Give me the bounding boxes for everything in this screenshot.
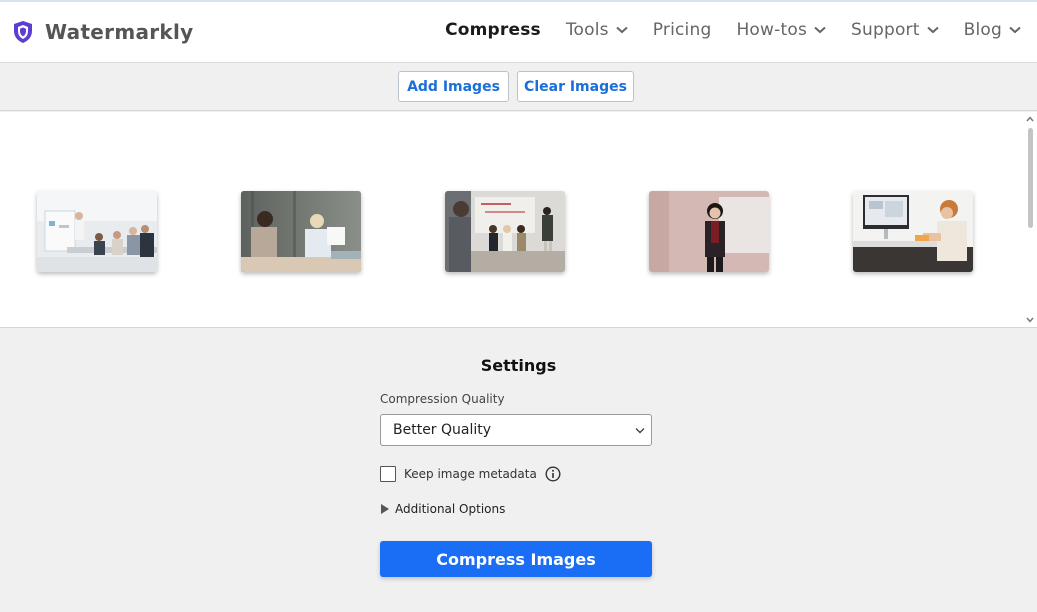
image-thumbnail[interactable] — [241, 191, 361, 272]
nav-compress-label: Compress — [445, 20, 541, 40]
additional-options-toggle[interactable]: Additional Options — [381, 502, 505, 516]
shield-logo-icon — [14, 21, 32, 43]
chevron-down-icon — [1009, 26, 1021, 34]
clear-images-button[interactable]: Clear Images — [517, 71, 634, 102]
brand-logo[interactable]: Watermarkly — [12, 20, 194, 44]
woman-presenter-image — [649, 191, 769, 272]
main-nav: Compress Tools Pricing How-tos Support B… — [420, 20, 1021, 40]
scroll-up-icon[interactable] — [1026, 116, 1034, 122]
compression-quality-label: Compression Quality — [380, 392, 505, 406]
nav-support[interactable]: Support — [851, 20, 939, 40]
keep-metadata-checkbox[interactable] — [380, 466, 396, 482]
add-images-button[interactable]: Add Images — [398, 71, 509, 102]
image-thumbnail[interactable] — [853, 191, 973, 272]
compression-quality-select[interactable]: Better Quality — [380, 414, 652, 446]
site-header: Watermarkly Compress Tools Pricing How-t… — [0, 2, 1037, 63]
scroll-down-icon[interactable] — [1026, 317, 1034, 323]
expand-triangle-icon — [381, 504, 389, 514]
nav-compress[interactable]: Compress — [445, 20, 541, 40]
metadata-option: Keep image metadata — [380, 466, 561, 482]
gallery-scrollbar[interactable] — [1023, 112, 1037, 328]
office-meeting-image — [37, 191, 157, 272]
desk-computer-image — [853, 191, 973, 272]
business-conversation-image — [241, 191, 361, 272]
nav-howtos-label: How-tos — [736, 20, 807, 40]
chevron-down-icon — [926, 26, 939, 34]
nav-blog-label: Blog — [963, 20, 1002, 40]
nav-support-label: Support — [851, 20, 920, 40]
chevron-down-icon — [616, 26, 628, 34]
image-toolbar: Add Images Clear Images — [0, 63, 1037, 111]
brand-name: Watermarkly — [45, 20, 194, 44]
nav-pricing[interactable]: Pricing — [653, 20, 712, 40]
settings-panel: Settings Compression Quality Better Qual… — [0, 329, 1037, 612]
additional-options-label: Additional Options — [395, 502, 506, 516]
image-thumbnail[interactable] — [649, 191, 769, 272]
info-icon[interactable] — [545, 466, 561, 482]
settings-title: Settings — [480, 356, 557, 375]
image-thumbnail[interactable] — [37, 191, 157, 272]
chevron-down-icon — [635, 428, 645, 434]
image-gallery — [0, 112, 1037, 328]
group-presentation-image — [445, 191, 565, 272]
image-thumbnail[interactable] — [445, 191, 565, 272]
nav-tools-label: Tools — [565, 20, 609, 40]
nav-blog[interactable]: Blog — [964, 20, 1021, 40]
nav-tools[interactable]: Tools — [566, 20, 628, 40]
nav-howtos[interactable]: How-tos — [736, 20, 826, 40]
keep-metadata-label[interactable]: Keep image metadata — [404, 467, 537, 481]
scrollbar-thumb[interactable] — [1028, 128, 1033, 228]
nav-pricing-label: Pricing — [652, 20, 712, 40]
chevron-down-icon — [814, 26, 826, 34]
compress-images-button[interactable]: Compress Images — [380, 541, 652, 577]
compression-quality-value: Better Quality — [393, 422, 492, 438]
